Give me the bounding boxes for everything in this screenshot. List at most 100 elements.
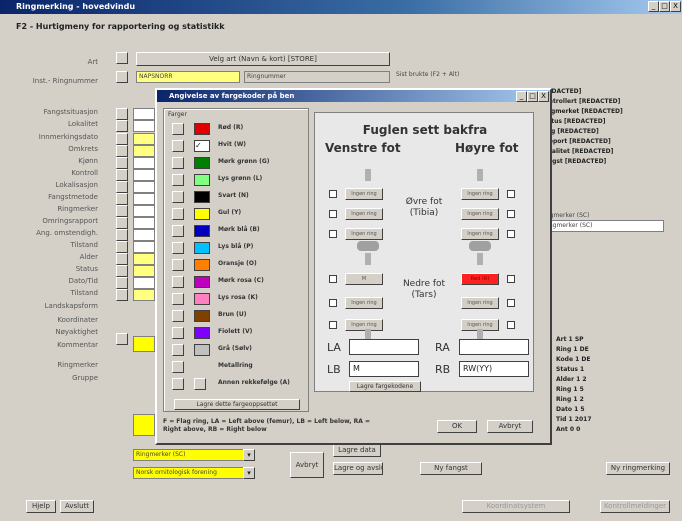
row-toggle-button[interactable] (116, 229, 128, 241)
flag-checkbox[interactable] (329, 210, 337, 218)
row-field[interactable] (133, 108, 155, 120)
comment-color-box[interactable] (133, 414, 155, 436)
flag-checkbox[interactable] (507, 299, 515, 307)
row-toggle-button[interactable] (116, 169, 128, 181)
row-field[interactable] (133, 289, 155, 301)
color-toggle-button[interactable] (172, 157, 184, 169)
color-toggle-button[interactable] (172, 123, 184, 135)
right-leg-ring-button[interactable]: Ingen ring (461, 208, 499, 220)
color-swatch[interactable] (194, 157, 210, 169)
dialog-close-button[interactable]: X (538, 91, 549, 102)
left-leg-ring-button[interactable]: Ingen ring (345, 319, 383, 331)
row-field[interactable] (133, 120, 155, 132)
color-toggle-button[interactable] (172, 191, 184, 203)
flag-checkbox[interactable] (507, 210, 515, 218)
color-swatch[interactable] (194, 344, 210, 356)
rb-input[interactable]: RW(YY) (459, 361, 529, 377)
row-toggle-button[interactable] (116, 181, 128, 193)
gruppe-dropdown-icon[interactable]: ▾ (243, 467, 255, 479)
color-swatch[interactable] (194, 276, 210, 288)
color-toggle-button[interactable] (172, 327, 184, 339)
save-color-setup-button[interactable]: Lagre dette fargeoppsettet (174, 399, 300, 410)
row-field[interactable] (133, 145, 155, 157)
color-swatch[interactable] (194, 259, 210, 271)
art-select-button[interactable]: Velg art (Navn & kort) [STORE] (136, 52, 390, 66)
row-toggle-button[interactable] (116, 71, 128, 83)
kontrollmeldinger-button[interactable]: Kontrollmeldinger (600, 500, 670, 513)
ny-fangst-button[interactable]: Ny fangst (420, 462, 482, 475)
lagre-data-button[interactable]: Lagre data (333, 444, 381, 457)
row-field[interactable] (133, 193, 155, 205)
row-field[interactable] (133, 229, 155, 241)
avslutt-button[interactable]: Avslutt (60, 500, 94, 513)
right-leg-ring-button[interactable]: Rød (R) (461, 273, 499, 285)
color-toggle-button[interactable] (194, 378, 206, 390)
flag-checkbox[interactable] (329, 275, 337, 283)
row-field[interactable] (133, 241, 155, 253)
lagre-avslutt-button[interactable]: Lagre og avslutt (333, 462, 383, 475)
flag-checkbox[interactable] (507, 190, 515, 198)
left-leg-ring-button[interactable]: Ingen ring (345, 208, 383, 220)
right-leg-ring-button[interactable]: Ingen ring (461, 188, 499, 200)
right-leg-ring-button[interactable]: Ingen ring (461, 297, 499, 309)
row-toggle-button[interactable] (116, 241, 128, 253)
color-toggle-button[interactable] (172, 310, 184, 322)
color-toggle-button[interactable] (172, 225, 184, 237)
flag-checkbox[interactable] (329, 321, 337, 329)
left-leg-ring-button[interactable]: Ingen ring (345, 297, 383, 309)
row-field[interactable] (133, 133, 155, 145)
row-toggle-button[interactable] (116, 108, 128, 120)
gruppe-field[interactable]: Norsk ornitologisk forening (133, 467, 253, 479)
dialog-minimize-button[interactable]: _ (516, 91, 527, 102)
minimize-button[interactable]: _ (648, 1, 659, 12)
row-toggle-button[interactable] (116, 145, 128, 157)
flag-checkbox[interactable] (329, 190, 337, 198)
color-swatch[interactable] (194, 123, 210, 135)
color-swatch[interactable] (194, 225, 210, 237)
ny-ringmerking-button[interactable]: Ny ringmerking (606, 462, 670, 475)
color-toggle-button[interactable] (172, 344, 184, 356)
color-swatch[interactable] (194, 310, 210, 322)
row-toggle-button[interactable] (116, 277, 128, 289)
color-toggle-button[interactable] (172, 361, 184, 373)
status-color-box[interactable] (133, 336, 155, 352)
color-toggle-button[interactable] (172, 378, 184, 390)
lb-input[interactable]: M (349, 361, 419, 377)
row-field[interactable] (133, 217, 155, 229)
left-leg-ring-button[interactable]: Ingen ring (345, 188, 383, 200)
right-leg-ring-button[interactable]: Ingen ring (461, 228, 499, 240)
close-button[interactable]: X (670, 1, 681, 12)
color-swatch[interactable] (194, 191, 210, 203)
avbryt-button[interactable]: Avbryt (290, 452, 324, 478)
row-toggle-button[interactable] (116, 52, 128, 64)
row-toggle-button[interactable] (116, 333, 128, 345)
flag-checkbox[interactable] (329, 299, 337, 307)
color-toggle-button[interactable] (172, 174, 184, 186)
color-swatch[interactable]: ✓ (194, 140, 210, 152)
row-toggle-button[interactable] (116, 253, 128, 265)
row-field[interactable] (133, 277, 155, 289)
row-field[interactable] (133, 169, 155, 181)
ringmerker-dropdown-icon[interactable]: ▾ (243, 449, 255, 461)
ring-number-right-field[interactable]: Ringnummer (244, 71, 390, 83)
left-leg-ring-button[interactable]: M (345, 273, 383, 285)
color-swatch[interactable] (194, 174, 210, 186)
color-swatch[interactable] (194, 208, 210, 220)
koordinatsystem-button[interactable]: Koordinatsystem (462, 500, 570, 513)
row-field[interactable] (133, 253, 155, 265)
row-toggle-button[interactable] (116, 120, 128, 132)
color-toggle-button[interactable] (172, 259, 184, 271)
maximize-button[interactable]: □ (659, 1, 670, 12)
la-input[interactable] (349, 339, 419, 355)
hjelp-button[interactable]: Hjelp (26, 500, 56, 513)
row-field[interactable] (133, 265, 155, 277)
row-toggle-button[interactable] (116, 217, 128, 229)
legend-button[interactable]: Lagre fargekodene (349, 381, 421, 392)
row-toggle-button[interactable] (116, 157, 128, 169)
flag-checkbox[interactable] (507, 321, 515, 329)
dialog-ok-button[interactable]: OK (437, 420, 477, 433)
dialog-maximize-button[interactable]: □ (527, 91, 538, 102)
row-toggle-button[interactable] (116, 265, 128, 277)
ringmerker-field[interactable]: Ringmerker (SC) (133, 449, 253, 461)
flag-checkbox[interactable] (507, 230, 515, 238)
